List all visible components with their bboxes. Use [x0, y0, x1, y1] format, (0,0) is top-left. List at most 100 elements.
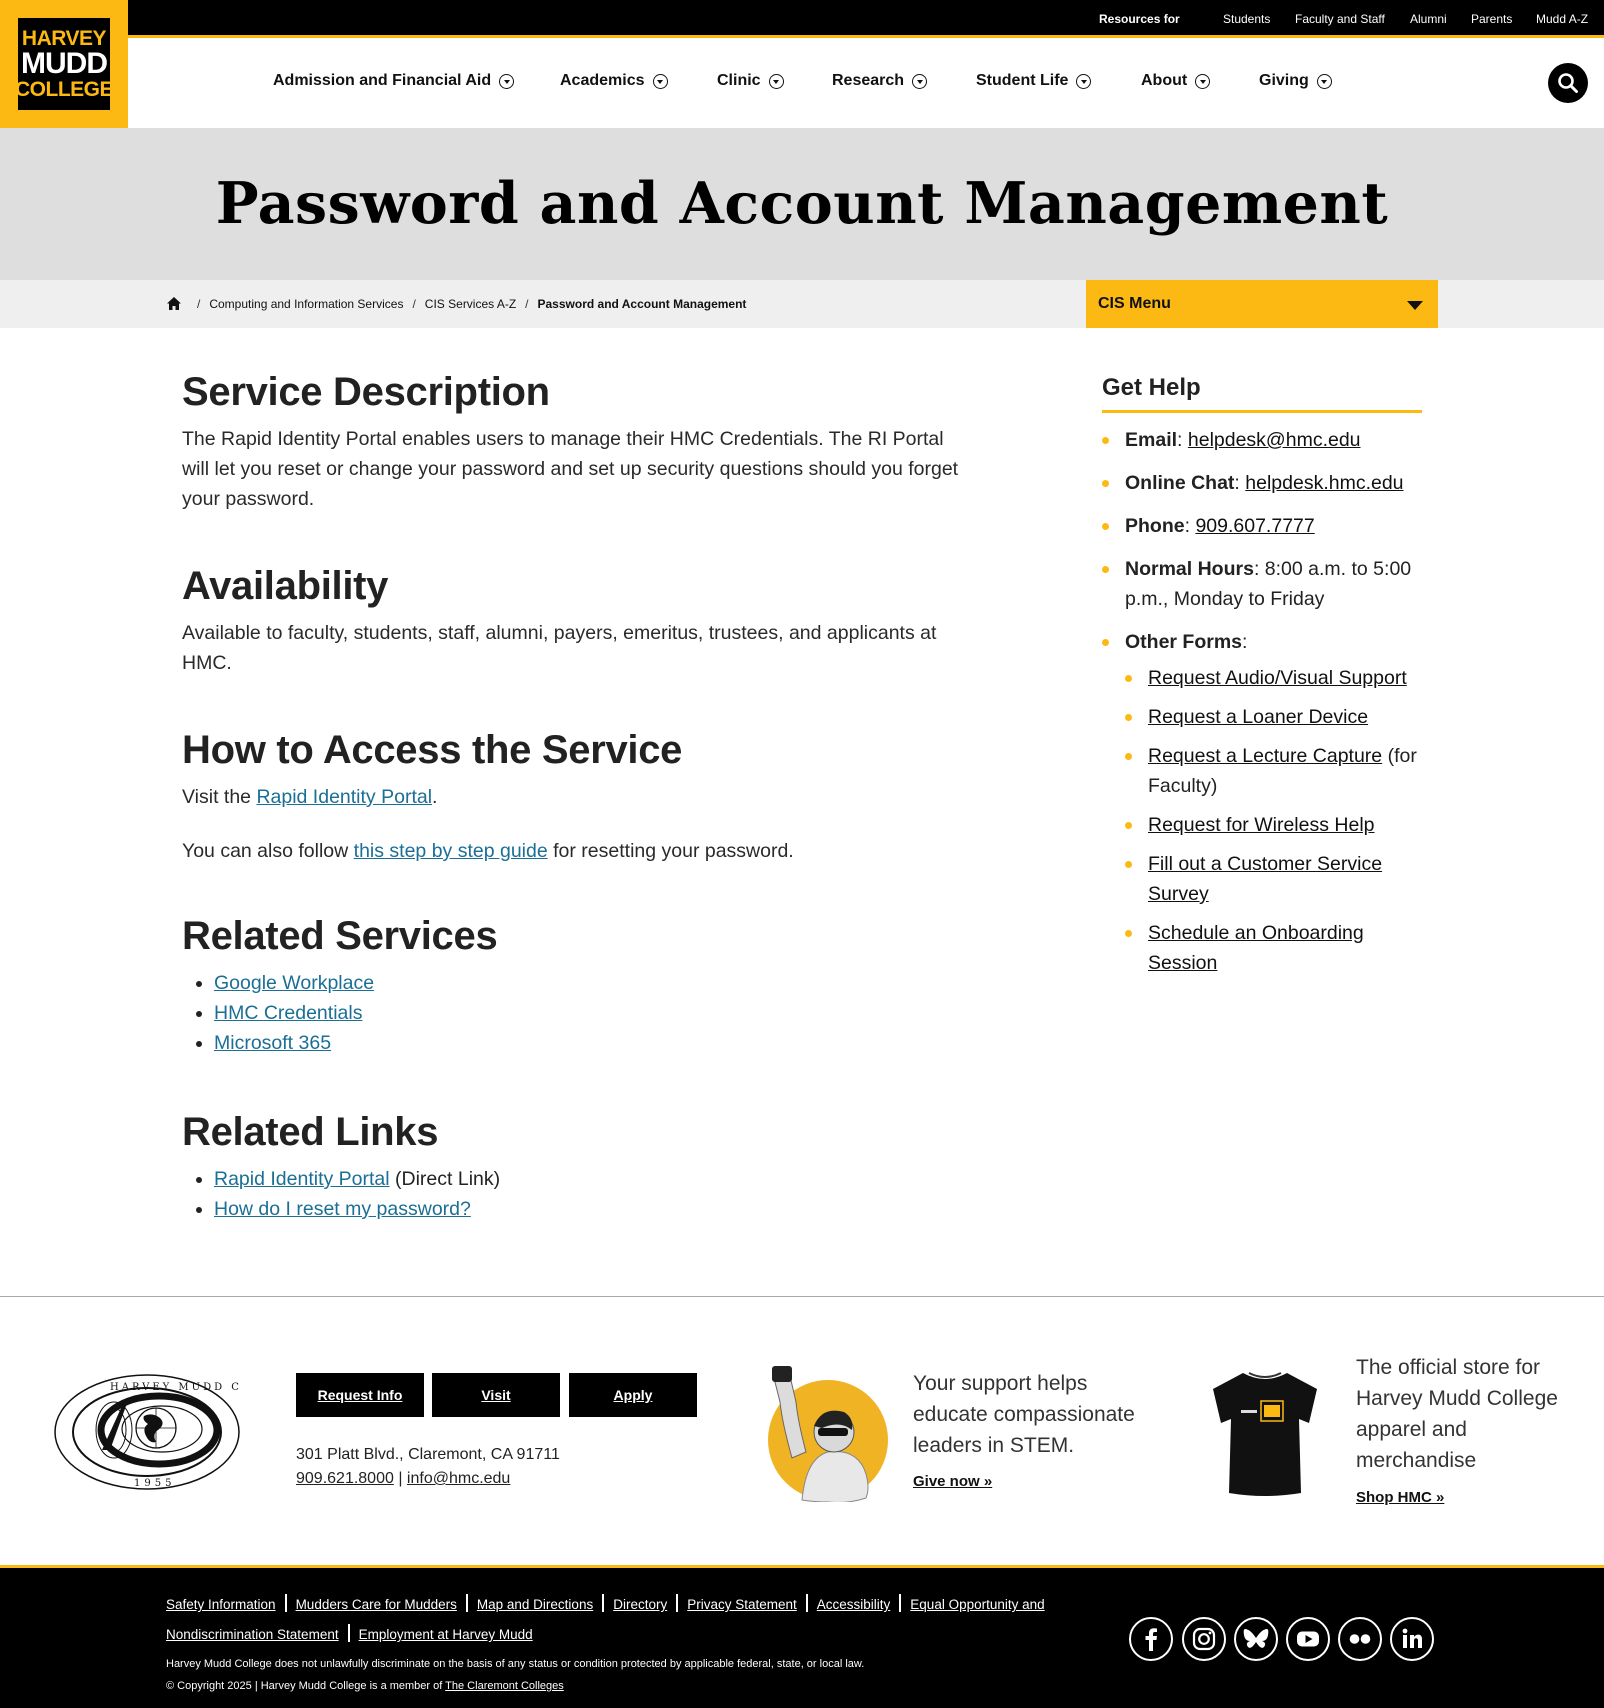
shop-hmc-link[interactable]: Shop HMC »	[1356, 1489, 1444, 1506]
step-by-step-guide-link[interactable]: this step by step guide	[354, 840, 548, 862]
nav-label: Admission and Financial Aid	[273, 72, 492, 89]
help-contact-list: Email: helpdesk@hmc.edu Online Chat: hel…	[1102, 425, 1422, 978]
heading-related-services: Related Services	[182, 914, 498, 958]
nav-label: Student Life	[976, 72, 1069, 89]
customer-survey-link[interactable]: Fill out a Customer Service Survey	[1148, 853, 1382, 905]
chevron-down-icon	[1195, 73, 1211, 89]
utility-bar: Resources for Students Faculty and Staff…	[0, 0, 1604, 38]
directory-link[interactable]: Directory	[613, 1597, 667, 1612]
link-divider	[676, 1594, 679, 1613]
facebook-button[interactable]	[1129, 1617, 1173, 1661]
privacy-statement-link[interactable]: Privacy Statement	[687, 1597, 797, 1612]
forms-label: Other Forms	[1125, 631, 1243, 653]
google-workplace-link[interactable]: Google Workplace	[214, 972, 374, 994]
breadcrumb-separator: /	[197, 296, 201, 311]
accessibility-link[interactable]: Accessibility	[817, 1597, 891, 1612]
apply-button[interactable]: Apply	[569, 1373, 697, 1417]
breadcrumb-cis[interactable]: Computing and Information Services	[209, 297, 403, 311]
request-wireless-help-link[interactable]: Request for Wireless Help	[1148, 814, 1375, 836]
flickr-button[interactable]	[1338, 1617, 1382, 1661]
microsoft-365-link[interactable]: Microsoft 365	[214, 1032, 331, 1054]
claremont-colleges-link[interactable]: The Claremont Colleges	[445, 1680, 564, 1692]
nav-admission[interactable]: Admission and Financial Aid	[273, 72, 515, 90]
search-button[interactable]	[1548, 63, 1588, 103]
hours-label: Normal Hours	[1125, 558, 1254, 580]
map-directions-link[interactable]: Map and Directions	[477, 1597, 593, 1612]
link-divider	[347, 1624, 350, 1643]
chevron-down-icon	[1316, 73, 1332, 89]
hmc-logo[interactable]: HARVEY MUDD COLLEGE	[0, 0, 128, 128]
nav-giving[interactable]: Giving	[1259, 72, 1332, 90]
get-help-sidebar: Get Help Email: helpdesk@hmc.edu Online …	[1102, 374, 1422, 978]
reset-password-faq-link[interactable]: How do I reset my password?	[214, 1198, 471, 1220]
linkedin-button[interactable]	[1390, 1617, 1434, 1661]
bluesky-button[interactable]	[1234, 1617, 1278, 1661]
youtube-button[interactable]	[1286, 1617, 1330, 1661]
chat-label: Online Chat	[1125, 472, 1235, 494]
caret-down-icon	[1407, 301, 1423, 310]
nav-student-life[interactable]: Student Life	[976, 72, 1092, 90]
nav-label: About	[1141, 72, 1188, 89]
hmc-credentials-link[interactable]: HMC Credentials	[214, 1002, 362, 1024]
utility-link-faculty-staff[interactable]: Faculty and Staff	[1295, 12, 1385, 26]
instagram-button[interactable]	[1182, 1617, 1226, 1661]
list-item: Rapid Identity Portal (Direct Link)	[214, 1164, 972, 1194]
home-icon[interactable]	[166, 296, 182, 311]
onboarding-session-link[interactable]: Schedule an Onboarding Session	[1148, 922, 1364, 974]
availability-text: Available to faculty, students, staff, a…	[182, 622, 937, 674]
help-phone-item: Phone: 909.607.7777	[1102, 511, 1422, 541]
bluesky-icon	[1243, 1629, 1269, 1648]
get-help-heading: Get Help	[1102, 374, 1422, 413]
student-photo-icon	[768, 1366, 888, 1502]
logo-word-mudd: MUDD	[21, 47, 108, 80]
nav-label: Giving	[1259, 72, 1309, 89]
list-item: Microsoft 365	[214, 1028, 972, 1058]
utility-link-mudd-az[interactable]: Mudd A-Z	[1536, 12, 1588, 26]
form-item: Schedule an Onboarding Session	[1125, 918, 1422, 978]
youtube-icon	[1297, 1631, 1319, 1647]
rapid-identity-direct-link[interactable]: Rapid Identity Portal	[214, 1168, 390, 1190]
helpdesk-email-link[interactable]: helpdesk@hmc.edu	[1188, 429, 1361, 451]
nav-about[interactable]: About	[1141, 72, 1211, 90]
access-guide-text: You can also follow this step by step gu…	[182, 836, 972, 866]
access-visit-suffix: .	[432, 786, 438, 808]
email-label: Email	[1125, 429, 1178, 451]
breadcrumb-current: Password and Account Management	[537, 296, 747, 311]
request-av-support-link[interactable]: Request Audio/Visual Support	[1148, 667, 1407, 689]
visit-button[interactable]: Visit	[432, 1373, 560, 1417]
access-visit-text: Visit the Rapid Identity Portal.	[182, 782, 972, 812]
helpdesk-phone-link[interactable]: 909.607.7777	[1195, 515, 1314, 537]
utility-link-parents[interactable]: Parents	[1471, 12, 1512, 26]
request-lecture-capture-link[interactable]: Request a Lecture Capture	[1148, 745, 1382, 767]
nav-clinic[interactable]: Clinic	[717, 72, 784, 90]
request-loaner-link[interactable]: Request a Loaner Device	[1148, 706, 1368, 728]
employment-link[interactable]: Employment at Harvey Mudd	[359, 1627, 533, 1642]
give-now-link[interactable]: Give now »	[913, 1473, 992, 1490]
chevron-down-icon	[499, 73, 515, 89]
main-nav: Admission and Financial Aid Academics Cl…	[0, 38, 1604, 128]
cis-menu-toggle[interactable]: CIS Menu	[1086, 280, 1438, 328]
utility-link-students[interactable]: Students	[1223, 12, 1270, 26]
nav-academics[interactable]: Academics	[560, 72, 668, 90]
rapid-identity-portal-link[interactable]: Rapid Identity Portal	[256, 786, 432, 808]
safety-information-link[interactable]: Safety Information	[166, 1597, 276, 1612]
heading-availability: Availability	[182, 564, 389, 608]
online-chat-link[interactable]: helpdesk.hmc.edu	[1245, 472, 1403, 494]
copyright: © Copyright 2025 | Harvey Mudd College i…	[166, 1680, 564, 1692]
access-visit-prefix: Visit the	[182, 786, 257, 808]
link-divider	[284, 1594, 287, 1613]
main-content: Service Description The Rapid Identity P…	[182, 370, 972, 1224]
footer-phone-link[interactable]: 909.621.8000	[296, 1470, 394, 1487]
request-info-button[interactable]: Request Info	[296, 1373, 424, 1417]
utility-link-alumni[interactable]: Alumni	[1410, 12, 1447, 26]
breadcrumb-cis-services[interactable]: CIS Services A-Z	[425, 297, 516, 311]
form-item: Request a Loaner Device	[1125, 702, 1422, 732]
nav-label: Clinic	[717, 72, 761, 89]
logo-word-harvey: HARVEY	[21, 27, 107, 50]
footer-email-link[interactable]: info@hmc.edu	[407, 1470, 510, 1487]
nav-research[interactable]: Research	[832, 72, 928, 90]
breadcrumb: / Computing and Information Services / C…	[166, 296, 746, 311]
link-divider	[465, 1594, 468, 1613]
mudders-care-link[interactable]: Mudders Care for Mudders	[296, 1597, 457, 1612]
heading-service-description: Service Description	[182, 370, 550, 414]
